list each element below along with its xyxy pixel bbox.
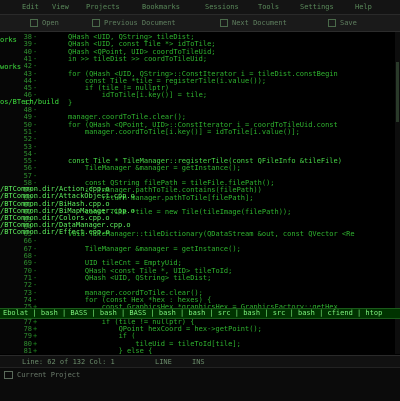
- diff-marker: +: [33, 346, 38, 354]
- terminal-output-line: os/BTech/build: [0, 98, 60, 106]
- status-bar: Line: 62 of 132 Col: 1 LINE INS: [0, 355, 400, 367]
- code-line[interactable]: QHash <UID, QString> tileDist;: [68, 274, 211, 282]
- terminal-output-line: orks: [0, 36, 17, 44]
- code-line[interactable]: idToTile[i.key()] = tile;: [68, 91, 207, 99]
- menu-bookmarks[interactable]: Bookmarks: [142, 3, 180, 11]
- menu-bar: Edit View Projects Bookmarks Sessions To…: [0, 0, 400, 15]
- open-button[interactable]: Open: [30, 18, 59, 28]
- scrollbar-thumb[interactable]: [396, 62, 399, 122]
- next-document-label: Next Document: [232, 19, 287, 27]
- menu-edit[interactable]: Edit: [22, 3, 39, 11]
- insert-mode: INS: [192, 358, 205, 366]
- code-line[interactable]: in >> tileDist >> coordToTileUid;: [68, 55, 207, 63]
- terminal-output-line: works: [0, 63, 22, 71]
- menu-projects[interactable]: Projects: [86, 3, 120, 11]
- cursor-position: Line: 62 of 132 Col: 1: [22, 358, 115, 366]
- menu-settings[interactable]: Settings: [300, 3, 334, 11]
- code-line[interactable]: manager.coordToTile[i.key()] = idToTile[…: [68, 128, 300, 136]
- terminal-output-line: /BTCommon.dir/AttackObject.cpp.o: [0, 192, 135, 200]
- previous-document-label: Previous Document: [104, 19, 176, 27]
- bottom-panel: Current Project: [0, 367, 400, 401]
- code-line[interactable]: } else {: [68, 347, 153, 354]
- line-number: 81: [23, 346, 32, 354]
- menu-help[interactable]: Help: [355, 3, 372, 11]
- toolbar: Open Previous Document Next Document Sav…: [0, 15, 400, 32]
- save-button[interactable]: Save: [328, 18, 357, 28]
- menu-tools[interactable]: Tools: [258, 3, 279, 11]
- code-line[interactable]: TileManager &manager = getInstance();: [68, 164, 241, 172]
- project-icon: [4, 371, 13, 379]
- arrow-left-icon: [92, 19, 100, 27]
- menu-sessions[interactable]: Sessions: [205, 3, 239, 11]
- current-project-tab[interactable]: Current Project: [4, 371, 80, 379]
- menu-view[interactable]: View: [52, 3, 69, 11]
- previous-document-button[interactable]: Previous Document: [92, 18, 176, 28]
- code-line[interactable]: void TileManager::tileDictionary(QDataSt…: [68, 230, 355, 238]
- next-document-button[interactable]: Next Document: [220, 18, 287, 28]
- code-line[interactable]: TileManager &manager = getInstance();: [68, 245, 241, 253]
- folder-icon: [30, 19, 38, 27]
- code-line[interactable]: }: [68, 99, 72, 107]
- editor-view[interactable]: 38- QHash <UID, QString> tileDist; 39- QHas…: [0, 32, 400, 354]
- save-label: Save: [340, 19, 357, 27]
- terminal-tab-strip[interactable]: Ebolat | bash | BASS | bash | BASS | bas…: [0, 308, 400, 319]
- terminal-output-line: /BTCommon.dir/Effect.cpp.o: [0, 228, 110, 236]
- current-project-label: Current Project: [17, 371, 81, 379]
- edit-mode: LINE: [155, 358, 172, 366]
- open-label: Open: [42, 19, 59, 27]
- scrollbar[interactable]: [395, 32, 400, 354]
- arrow-right-icon: [220, 19, 228, 27]
- save-icon: [328, 19, 336, 27]
- terminal-tabs-label[interactable]: Ebolat | bash | BASS | bash | BASS | bas…: [3, 309, 382, 318]
